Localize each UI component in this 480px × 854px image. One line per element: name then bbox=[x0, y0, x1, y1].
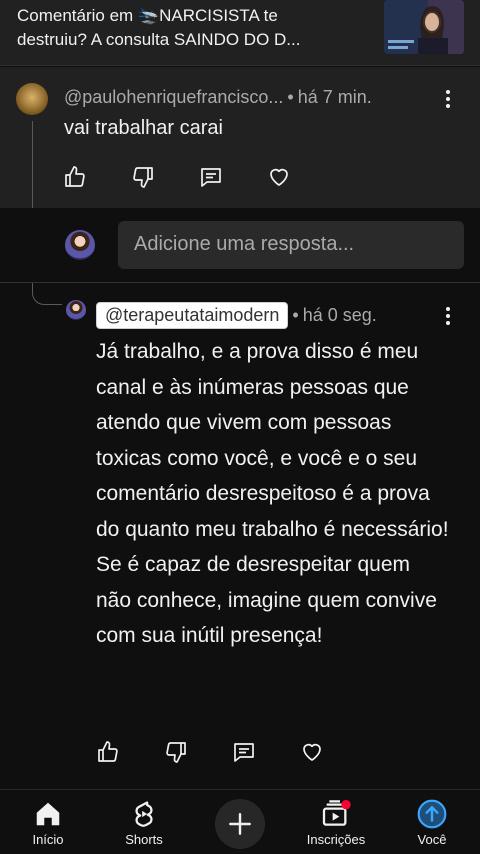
home-icon bbox=[32, 798, 64, 830]
comment-meta: @terapeutataimodern • há 0 seg. bbox=[96, 302, 377, 329]
like-button[interactable] bbox=[63, 163, 131, 191]
avatar[interactable] bbox=[66, 300, 86, 320]
divider bbox=[0, 282, 480, 283]
create-button[interactable] bbox=[215, 799, 265, 849]
comment-actions bbox=[63, 163, 335, 191]
heart-button[interactable] bbox=[300, 738, 368, 766]
comment-meta: @paulohenriquefrancisco... • há 7 min. bbox=[64, 87, 372, 108]
thread-line bbox=[32, 121, 33, 208]
nav-label: Você bbox=[417, 832, 447, 847]
thumbs-down-icon bbox=[166, 742, 186, 763]
you-icon bbox=[416, 798, 448, 830]
heart-icon bbox=[303, 743, 321, 761]
parent-comment: @paulohenriquefrancisco... • há 7 min. v… bbox=[0, 67, 480, 208]
avatar bbox=[65, 230, 95, 260]
comment-timestamp: há 0 seg. bbox=[302, 305, 377, 325]
nav-label: Shorts bbox=[125, 832, 163, 847]
video-title-line2: destruiu? A consulta SAINDO DO D... bbox=[17, 30, 301, 49]
more-options-icon[interactable] bbox=[436, 304, 460, 328]
dislike-button[interactable] bbox=[131, 163, 199, 191]
thumbs-up-icon bbox=[98, 741, 118, 762]
video-title-line1: Comentário em 🛬NARCISISTA te bbox=[17, 6, 278, 25]
subscriptions-icon bbox=[320, 798, 352, 830]
like-button[interactable] bbox=[96, 738, 164, 766]
reply-input[interactable]: Adicione uma resposta... bbox=[118, 221, 464, 269]
bottom-navbar: Início Shorts Inscrições Você bbox=[0, 789, 480, 854]
thumbs-down-icon bbox=[133, 167, 153, 188]
comment-text: vai trabalhar carai bbox=[64, 117, 223, 139]
nav-home[interactable]: Início bbox=[0, 790, 96, 854]
nav-you[interactable]: Você bbox=[384, 790, 480, 854]
nav-label: Inscrições bbox=[306, 832, 366, 847]
video-title[interactable]: Comentário em 🛬NARCISISTA te destruiu? A… bbox=[17, 4, 362, 52]
nav-shorts[interactable]: Shorts bbox=[96, 790, 192, 854]
separator-dot: • bbox=[292, 305, 299, 325]
heart-icon bbox=[270, 168, 288, 186]
reply-icon bbox=[201, 168, 221, 187]
video-header: Comentário em 🛬NARCISISTA te destruiu? A… bbox=[0, 0, 480, 66]
thread-connector bbox=[32, 283, 62, 305]
comment-author-handle[interactable]: @paulohenriquefrancisco... bbox=[64, 87, 283, 108]
comment-text: Já trabalho, e a prova disso é meu canal… bbox=[96, 340, 449, 647]
nav-label: Início bbox=[32, 832, 64, 847]
comment-author-handle[interactable]: @terapeutataimodern bbox=[96, 302, 289, 329]
video-thumbnail[interactable] bbox=[384, 0, 464, 54]
shorts-icon bbox=[128, 798, 160, 830]
reply-button[interactable] bbox=[232, 738, 300, 766]
avatar[interactable] bbox=[16, 83, 48, 115]
comment-timestamp: há 7 min. bbox=[297, 87, 372, 107]
thumbs-up-icon bbox=[65, 166, 85, 187]
create-icon bbox=[229, 813, 251, 835]
dislike-button[interactable] bbox=[164, 738, 232, 766]
reply-icon bbox=[234, 743, 254, 762]
nav-subscriptions[interactable]: Inscrições bbox=[288, 790, 384, 854]
heart-button[interactable] bbox=[267, 163, 335, 191]
separator-dot: • bbox=[287, 87, 294, 107]
reply-button[interactable] bbox=[199, 163, 267, 191]
comment-actions bbox=[96, 738, 368, 766]
more-options-icon[interactable] bbox=[436, 87, 460, 111]
